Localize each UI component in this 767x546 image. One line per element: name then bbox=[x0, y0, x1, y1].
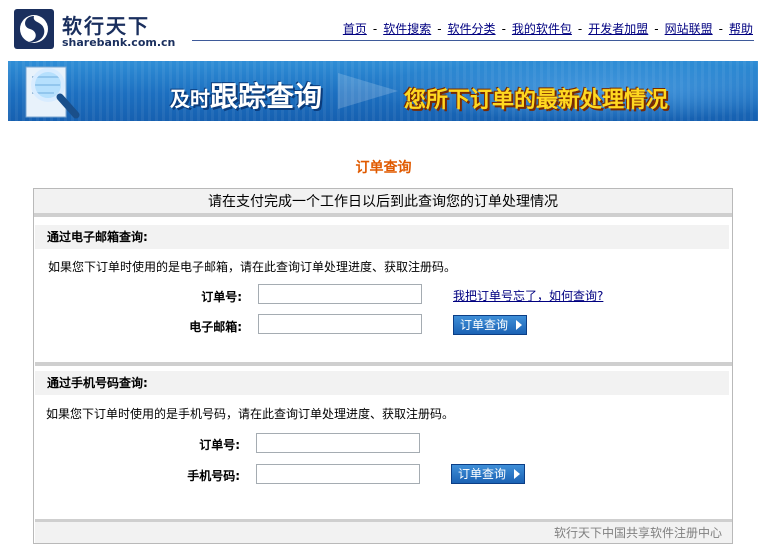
banner-title-main: 跟踪查询 bbox=[210, 80, 323, 113]
section-divider bbox=[35, 362, 732, 366]
logo-mark-icon bbox=[14, 9, 54, 49]
site-logo[interactable]: 软行天下 sharebank.com.cn bbox=[14, 9, 175, 51]
nav-link-help[interactable]: 帮助 bbox=[729, 20, 753, 37]
play-arrow-icon bbox=[514, 469, 520, 479]
email-section-heading: 通过电子邮箱查询: bbox=[35, 225, 729, 249]
forgot-order-number-link[interactable]: 我把订单号忘了，如何查询? bbox=[453, 287, 603, 304]
logo-domain: sharebank.com.cn bbox=[62, 36, 176, 49]
page-title: 订单查询 bbox=[355, 160, 412, 176]
email-label: 电子邮箱: bbox=[189, 320, 242, 334]
email-order-query-button[interactable]: 订单查询 bbox=[453, 315, 527, 335]
banner-title-prefix: 及时 bbox=[170, 87, 210, 111]
nav-separator: - bbox=[577, 21, 583, 36]
panel-footer: 软行天下中国共享软件注册中心 bbox=[35, 519, 732, 543]
banner: 及时跟踪查询 您所下订单的最新处理情况 bbox=[8, 61, 758, 121]
phone-section-description: 如果您下订单时使用的是手机号码，请在此查询订单处理进度、获取注册码。 bbox=[46, 407, 455, 421]
phone-label: 手机号码: bbox=[187, 469, 240, 483]
email-order-label: 订单号: bbox=[201, 290, 242, 304]
nav-underline bbox=[192, 40, 754, 41]
phone-number-input[interactable] bbox=[256, 464, 420, 484]
play-arrow-icon bbox=[516, 320, 522, 330]
phone-order-number-input[interactable] bbox=[256, 433, 420, 453]
email-input[interactable] bbox=[258, 314, 422, 334]
logo-name: 软行天下 bbox=[62, 14, 150, 38]
site-header: 软行天下 sharebank.com.cn 首页 - 软件搜索 - 软件分类 -… bbox=[0, 0, 767, 58]
nav-separator: - bbox=[372, 21, 378, 36]
nav-link-developer-join[interactable]: 开发者加盟 bbox=[588, 20, 648, 37]
phone-section-heading: 通过手机号码查询: bbox=[35, 371, 729, 395]
phone-order-query-button-label: 订单查询 bbox=[458, 467, 507, 481]
phone-order-label: 订单号: bbox=[199, 438, 240, 452]
nav-separator: - bbox=[501, 21, 506, 36]
nav-link-site-alliance[interactable]: 网站联盟 bbox=[665, 20, 713, 37]
nav-link-home[interactable]: 首页 bbox=[343, 20, 367, 37]
magnifier-document-icon bbox=[25, 66, 80, 119]
nav-link-software-categories[interactable]: 软件分类 bbox=[448, 20, 496, 37]
nav-separator: - bbox=[654, 21, 659, 36]
top-nav: 首页 - 软件搜索 - 软件分类 - 我的软件包 - 开发者加盟 - 网站联盟 … bbox=[343, 20, 753, 37]
phone-order-query-button[interactable]: 订单查询 bbox=[451, 464, 525, 484]
order-query-panel: 请在支付完成一个工作日以后到此查询您的订单处理情况 通过电子邮箱查询: 如果您下… bbox=[33, 188, 733, 544]
email-order-number-input[interactable] bbox=[258, 284, 422, 304]
banner-subtitle: 您所下订单的最新处理情况 bbox=[404, 88, 669, 113]
banner-title: 及时跟踪查询 bbox=[170, 75, 322, 115]
email-order-query-button-label: 订单查询 bbox=[460, 318, 509, 332]
email-section-description: 如果您下订单时使用的是电子邮箱，请在此查询订单处理进度、获取注册码。 bbox=[48, 260, 457, 274]
panel-header: 请在支付完成一个工作日以后到此查询您的订单处理情况 bbox=[34, 189, 732, 217]
nav-link-my-software-package[interactable]: 我的软件包 bbox=[512, 20, 572, 37]
banner-arrow-decoration bbox=[338, 73, 398, 109]
nav-link-software-search[interactable]: 软件搜索 bbox=[383, 20, 431, 37]
nav-separator: - bbox=[718, 21, 723, 36]
nav-separator: - bbox=[437, 21, 442, 36]
